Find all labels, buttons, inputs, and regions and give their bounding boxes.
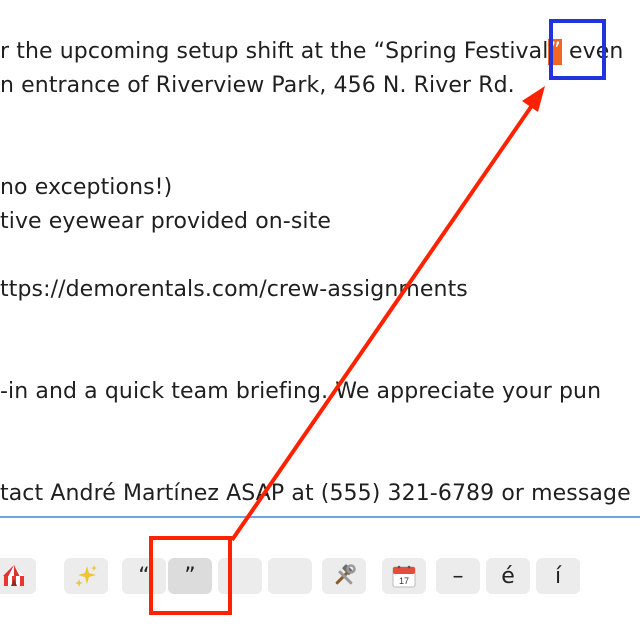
e-acute-key[interactable]: é bbox=[486, 558, 530, 594]
hammer-wrench-icon bbox=[331, 563, 357, 589]
sparkles-icon bbox=[73, 563, 99, 589]
calendar-day-label: 17 bbox=[399, 576, 409, 586]
em-dash-key[interactable]: – bbox=[436, 558, 480, 594]
document-line-1: r the upcoming setup shift at the “Sprin… bbox=[0, 39, 623, 65]
hammer-wrench-key[interactable] bbox=[322, 558, 366, 594]
i-acute-label: í bbox=[554, 563, 562, 589]
target-highlight-box bbox=[549, 19, 606, 80]
document-line-4: tive eyewear provided on-site bbox=[0, 209, 331, 234]
i-acute-key[interactable]: í bbox=[536, 558, 580, 594]
em-dash-label: – bbox=[452, 563, 464, 589]
left-double-quote-label: “ bbox=[138, 563, 150, 589]
calendar-icon: 17 bbox=[391, 563, 417, 589]
document-line-1-text: r the upcoming setup shift at the “Sprin… bbox=[0, 39, 549, 64]
document-line-6: -in and a quick team briefing. We apprec… bbox=[0, 379, 602, 404]
document-line-2: n entrance of Riverview Park, 456 N. Riv… bbox=[0, 73, 515, 98]
circus-tent-key[interactable] bbox=[0, 558, 36, 594]
calendar-key[interactable]: 17 bbox=[382, 558, 426, 594]
character-toolbar: “ ” 17 – é í bbox=[0, 518, 640, 630]
document-line-5: ttps://demorentals.com/crew-assignments bbox=[0, 277, 468, 302]
blank-key-2[interactable] bbox=[268, 558, 312, 594]
circus-tent-icon bbox=[1, 563, 27, 589]
sparkles-key[interactable] bbox=[64, 558, 108, 594]
document-text-area[interactable]: r the upcoming setup shift at the “Sprin… bbox=[0, 0, 640, 516]
source-highlight-box bbox=[149, 536, 232, 615]
document-line-3: no exceptions!) bbox=[0, 175, 173, 200]
e-acute-label: é bbox=[501, 563, 515, 589]
document-line-7: tact André Martínez ASAP at (555) 321-67… bbox=[0, 481, 631, 506]
